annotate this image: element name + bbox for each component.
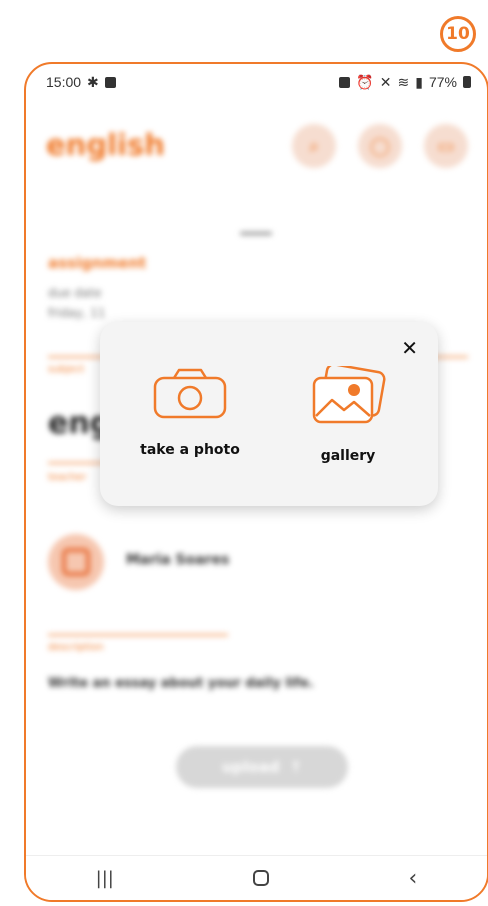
calendar-icon: ▭: [437, 135, 455, 157]
gallery-label: gallery: [320, 448, 376, 464]
wifi-icon: ≋: [397, 73, 410, 90]
due-date-value: friday, 11: [48, 306, 106, 320]
phone-frame: 15:00 ✱ ⏰ ✕ ≋ ▮ 77% english ⌕ ◯ ▭ assign…: [24, 62, 488, 902]
gallery-option[interactable]: gallery: [278, 363, 418, 464]
image-source-dialog: ✕ take a photo gallery: [100, 322, 438, 506]
battery-icon: [463, 76, 471, 88]
status-bar: 15:00 ✱ ⏰ ✕ ≋ ▮ 77%: [26, 64, 487, 100]
teacher-name: Maria Soares: [126, 552, 230, 568]
teacher-label: teacher: [48, 472, 87, 483]
gallery-icon: [312, 363, 386, 424]
recents-button[interactable]: |||: [96, 868, 114, 889]
arrow-up-icon: ↑: [289, 758, 303, 776]
back-button[interactable]: ‹: [409, 866, 418, 891]
due-date-label: due date: [48, 286, 102, 300]
calendar-button[interactable]: ▭: [424, 124, 468, 168]
divider: [48, 634, 228, 636]
section-title: assignment: [48, 254, 147, 272]
search-button[interactable]: ⌕: [292, 124, 336, 168]
status-time: 15:00: [46, 74, 82, 90]
description-text: Write an essay about your daily life.: [48, 676, 314, 691]
chat-icon: ◯: [369, 135, 391, 157]
chat-button[interactable]: ◯: [358, 124, 402, 168]
page-title: english: [46, 128, 165, 162]
avatar: [48, 534, 104, 590]
app-header: english ⌕ ◯ ▭: [26, 100, 487, 190]
subject-label: subject: [48, 364, 85, 375]
description-label: description: [48, 642, 104, 653]
battery-label: 77%: [428, 74, 457, 90]
take-photo-label: take a photo: [140, 442, 240, 458]
system-nav-bar: ||| ‹: [26, 855, 487, 900]
home-button[interactable]: [253, 870, 270, 886]
close-button[interactable]: ✕: [401, 336, 418, 360]
upload-label: upload: [221, 758, 280, 776]
take-photo-option[interactable]: take a photo: [120, 366, 260, 458]
settings-icon: ✱: [87, 73, 99, 90]
avatar-icon: [62, 548, 90, 576]
close-icon: ✕: [401, 336, 418, 360]
mute-icon: ✕: [379, 73, 392, 90]
signal-icon: ▮: [415, 73, 423, 90]
upload-button[interactable]: upload ↑: [176, 746, 348, 788]
step-badge: 10: [440, 16, 476, 52]
lock-icon: [339, 76, 351, 88]
notification-icon: [104, 76, 116, 88]
alarm-icon: ⏰: [356, 73, 374, 90]
search-icon: ⌕: [308, 135, 320, 157]
camera-icon: [153, 368, 227, 419]
drag-handle[interactable]: [240, 232, 272, 235]
